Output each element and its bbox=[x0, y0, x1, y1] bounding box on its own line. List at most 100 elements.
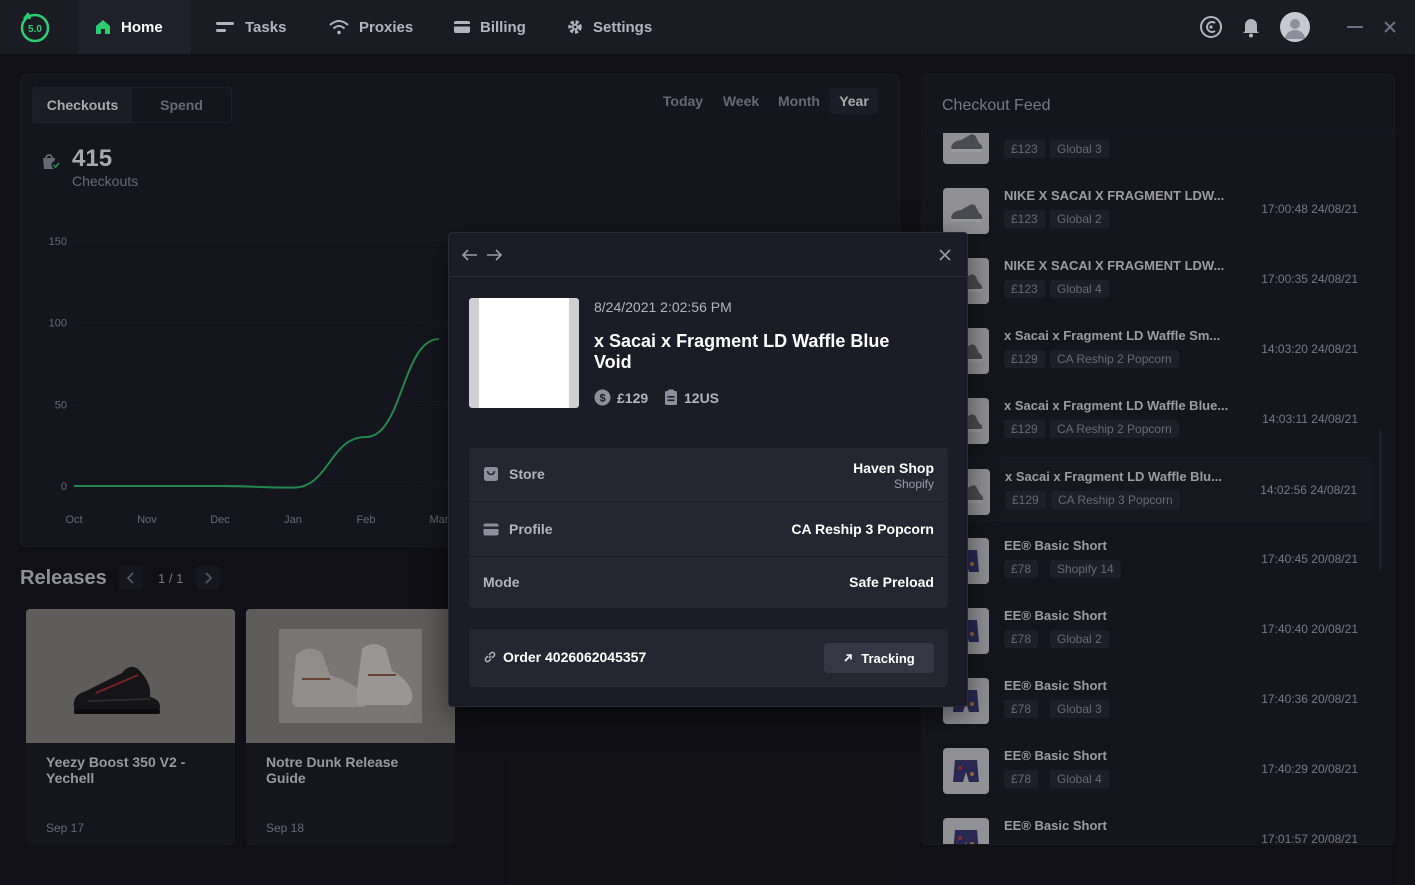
nav-settings-label: Settings bbox=[593, 18, 653, 36]
minimize-icon[interactable] bbox=[1342, 14, 1368, 40]
y-tick-label: 100 bbox=[49, 318, 67, 330]
x-tick-label: Oct bbox=[65, 514, 82, 526]
nav-billing-label: Billing bbox=[480, 18, 526, 36]
release-card[interactable]: Yeezy Boost 350 V2 - Yechell Sep 17 bbox=[26, 609, 235, 845]
checkouts-label: Checkouts bbox=[72, 173, 139, 189]
release-date: Sep 18 bbox=[266, 821, 305, 835]
releases-pager: 1 / 1 bbox=[158, 571, 184, 586]
feed-scrollbar[interactable] bbox=[1379, 430, 1382, 570]
feed-item-thumbnail bbox=[943, 188, 989, 234]
releases-prev-button[interactable] bbox=[119, 566, 143, 590]
feed-item-name: EE® Basic Short bbox=[1004, 748, 1107, 763]
feed-item-name: EE® Basic Short bbox=[1004, 538, 1107, 553]
nav-proxies[interactable]: Proxies bbox=[328, 0, 413, 54]
tracking-button[interactable]: Tracking bbox=[824, 643, 934, 673]
nav-home[interactable]: Home bbox=[78, 0, 190, 54]
feed-item-profile: Global 3 bbox=[1050, 700, 1109, 718]
release-image bbox=[26, 609, 235, 743]
feed-item-name: NIKE X SACAI X FRAGMENT LDW... bbox=[1004, 188, 1225, 203]
feed-item[interactable]: EE® Basic Short £78 Global 4 17:40:29 20/08… bbox=[942, 737, 1372, 801]
close-icon[interactable] bbox=[935, 245, 955, 265]
product-price: £129 bbox=[617, 389, 649, 406]
feed-item[interactable]: EE® Basic Short 17:01:57 20/08/21 bbox=[942, 807, 1372, 845]
feed-item-name: x Sacai x Fragment LD Waffle Sm... bbox=[1004, 328, 1221, 343]
feed-item-price: £129 bbox=[1005, 491, 1046, 509]
feed-item-profile: Global 2 bbox=[1050, 630, 1109, 648]
release-name: Notre Dunk Release Guide bbox=[266, 754, 399, 786]
bell-icon[interactable] bbox=[1238, 14, 1264, 40]
x-tick-label: Feb bbox=[357, 514, 376, 526]
product-title: x Sacai x Fragment LD Waffle Blue Void bbox=[594, 331, 890, 372]
feed-item-price: £78 bbox=[1004, 560, 1039, 578]
mode-value: Safe Preload bbox=[849, 574, 934, 590]
gear-icon bbox=[568, 20, 582, 34]
feed-item-profile: Shopify 14 bbox=[1050, 560, 1121, 578]
nav-tasks-label: Tasks bbox=[245, 18, 287, 36]
mode-label-group: Mode bbox=[483, 574, 520, 590]
app-logo[interactable]: 5.0 bbox=[18, 10, 52, 44]
external-arrow-icon bbox=[844, 654, 853, 662]
y-tick-label: 0 bbox=[61, 481, 67, 493]
checkouts-series-line bbox=[74, 338, 440, 489]
nav-home-label: Home bbox=[121, 18, 163, 36]
range-week[interactable]: Week bbox=[718, 88, 764, 114]
feed-item-profile: Global 4 bbox=[1050, 770, 1109, 788]
release-card[interactable]: Notre Dunk Release Guide Sep 18 bbox=[246, 609, 455, 845]
product-size: 12US bbox=[684, 389, 720, 406]
feed-item[interactable]: EE® Basic Short £78 Global 3 17:40:36 20/08… bbox=[942, 667, 1372, 731]
store-value: Haven Shop bbox=[853, 460, 934, 476]
feed-item-thumbnail bbox=[943, 133, 989, 164]
feed-item-time: 17:01:57 20/08/21 bbox=[1261, 832, 1358, 845]
feed-item-time: 17:40:45 20/08/21 bbox=[1261, 552, 1358, 566]
profile-row: Profile CA Reship 3 Popcorn bbox=[469, 503, 948, 557]
feed-list[interactable]: £123 Global 3 NIKE X SACAI X FRAGMENT LDW.… bbox=[922, 133, 1394, 845]
release-image bbox=[246, 609, 455, 743]
feed-item-name: x Sacai x Fragment LD Waffle Blue... bbox=[1004, 398, 1229, 413]
feed-item[interactable]: EE® Basic Short £78 Global 2 17:40:40 20/08… bbox=[942, 597, 1372, 661]
profile-value: CA Reship 3 Popcorn bbox=[791, 521, 934, 537]
checkouts-count: 415 bbox=[72, 145, 113, 172]
feed-item[interactable]: £123 Global 3 bbox=[942, 133, 1372, 171]
nav-tasks[interactable]: Tasks bbox=[214, 0, 286, 54]
release-date: Sep 17 bbox=[46, 821, 85, 835]
releases-next-button[interactable] bbox=[196, 566, 220, 590]
feed-item[interactable]: x Sacai x Fragment LD Waffle Sm... £129 CA… bbox=[942, 317, 1372, 381]
next-arrow-icon[interactable] bbox=[484, 245, 504, 265]
feed-item-name: x Sacai x Fragment LD Waffle Blu... bbox=[1005, 469, 1222, 484]
nav-billing[interactable]: Billing bbox=[453, 0, 526, 54]
feed-item-price: £123 bbox=[1004, 210, 1045, 228]
feed-item[interactable]: x Sacai x Fragment LD Waffle Blu... £129 C… bbox=[942, 457, 1372, 521]
card-icon bbox=[483, 523, 499, 535]
x-tick-label: Dec bbox=[210, 514, 230, 526]
range-year[interactable]: Year bbox=[830, 88, 878, 114]
store-label: Store bbox=[509, 466, 545, 482]
range-today[interactable]: Today bbox=[658, 88, 708, 114]
tasks-icon bbox=[216, 22, 234, 32]
feed-item[interactable]: NIKE X SACAI X FRAGMENT LDW... £123 Global… bbox=[942, 177, 1372, 241]
segment-checkouts[interactable]: Checkouts bbox=[33, 88, 132, 122]
feed-item[interactable]: x Sacai x Fragment LD Waffle Blue... £129… bbox=[942, 387, 1372, 451]
range-month[interactable]: Month bbox=[774, 88, 824, 114]
store-label-group: Store bbox=[483, 466, 545, 482]
activity-icon[interactable] bbox=[1198, 14, 1224, 40]
release-name: Yeezy Boost 350 V2 - Yechell bbox=[46, 754, 186, 786]
segment-spend[interactable]: Spend bbox=[132, 88, 231, 122]
feed-item[interactable]: NIKE X SACAI X FRAGMENT LDW... £123 Global… bbox=[942, 247, 1372, 311]
feed-item[interactable]: EE® Basic Short £78 Shopify 14 17:40:45 20/… bbox=[942, 527, 1372, 591]
user-avatar[interactable] bbox=[1280, 12, 1310, 42]
checkout-date: 8/24/2021 2:02:56 PM bbox=[594, 299, 732, 315]
prev-arrow-icon[interactable] bbox=[460, 245, 480, 265]
close-window-icon[interactable] bbox=[1377, 14, 1403, 40]
order-number: Order 4026062045357 bbox=[503, 649, 647, 665]
feed-item-time: 17:40:40 20/08/21 bbox=[1261, 622, 1358, 636]
feed-title: Checkout Feed bbox=[942, 97, 1051, 114]
nav-settings[interactable]: Settings bbox=[566, 0, 652, 54]
profile-label-group: Profile bbox=[483, 521, 553, 537]
releases-title: Releases bbox=[20, 567, 107, 589]
order-box: Order 4026062045357 Tracking bbox=[469, 629, 948, 687]
dollar-icon: $ bbox=[594, 389, 611, 406]
mode-label: Mode bbox=[483, 574, 520, 590]
nav-proxies-label: Proxies bbox=[359, 18, 414, 36]
feed-item-time: 14:03:11 24/08/21 bbox=[1262, 412, 1358, 426]
feed-item-time: 17:40:29 20/08/21 bbox=[1261, 762, 1358, 776]
